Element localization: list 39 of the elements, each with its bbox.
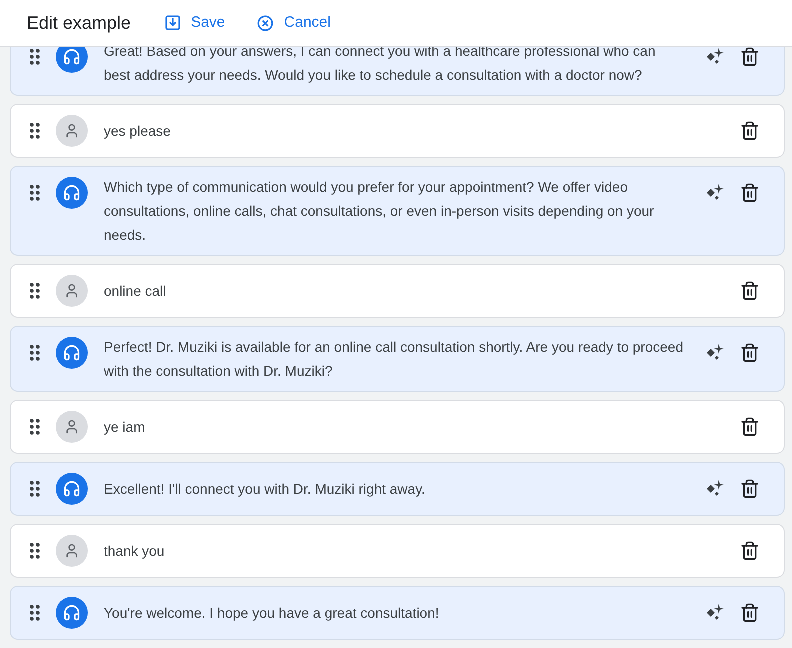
save-button[interactable]: Save — [159, 8, 232, 38]
drag-handle-icon[interactable] — [30, 283, 40, 299]
message-text: yes please — [104, 122, 171, 141]
user-avatar-icon — [56, 535, 88, 567]
drag-handle-icon[interactable] — [30, 185, 40, 201]
cancel-button[interactable]: Cancel — [251, 8, 337, 38]
delete-icon[interactable] — [740, 183, 760, 203]
drag-handle-icon[interactable] — [30, 123, 40, 139]
message-text: Perfect! Dr. Muziki is available for an online call consultation shortly. Are you ready to proceed with the consultation with Dr. Muziki? — [104, 338, 684, 381]
message-text: Excellent! I'll connect you with Dr. Muziki right away. — [104, 480, 426, 499]
user-avatar-icon — [56, 411, 88, 443]
headset-avatar-icon — [56, 337, 88, 369]
message-text: online call — [104, 282, 166, 301]
message-text: You're welcome. I hope you have a great consultation! — [104, 604, 440, 623]
headset-avatar-icon — [56, 177, 88, 209]
drag-handle-icon[interactable] — [30, 345, 40, 361]
delete-icon[interactable] — [740, 603, 760, 623]
message-text: Which type of communication would you prefer for your appointment? We offer video consultations, online calls, chat consultations, or even in-person visits depending on your needs. — [104, 178, 656, 245]
delete-icon[interactable] — [740, 417, 760, 437]
headset-avatar-icon — [56, 473, 88, 505]
message-text: ye iam — [104, 418, 146, 437]
delete-icon[interactable] — [740, 541, 760, 561]
close-icon — [257, 14, 274, 32]
drag-handle-icon[interactable] — [30, 605, 40, 621]
drag-handle-icon[interactable] — [30, 543, 40, 559]
delete-icon[interactable] — [740, 479, 760, 499]
delete-icon[interactable] — [740, 343, 760, 363]
delete-icon[interactable] — [740, 121, 760, 141]
page-title: Edit example — [27, 12, 132, 35]
delete-icon[interactable] — [740, 281, 760, 301]
headset-avatar-icon — [56, 597, 88, 629]
drag-handle-icon[interactable] — [30, 419, 40, 435]
user-avatar-icon — [56, 275, 88, 307]
user-avatar-icon — [56, 115, 88, 147]
message-text: thank you — [104, 542, 165, 561]
download-icon — [165, 15, 182, 31]
drag-handle-icon[interactable] — [30, 49, 40, 65]
delete-icon[interactable] — [740, 47, 760, 67]
drag-handle-icon[interactable] — [30, 481, 40, 497]
